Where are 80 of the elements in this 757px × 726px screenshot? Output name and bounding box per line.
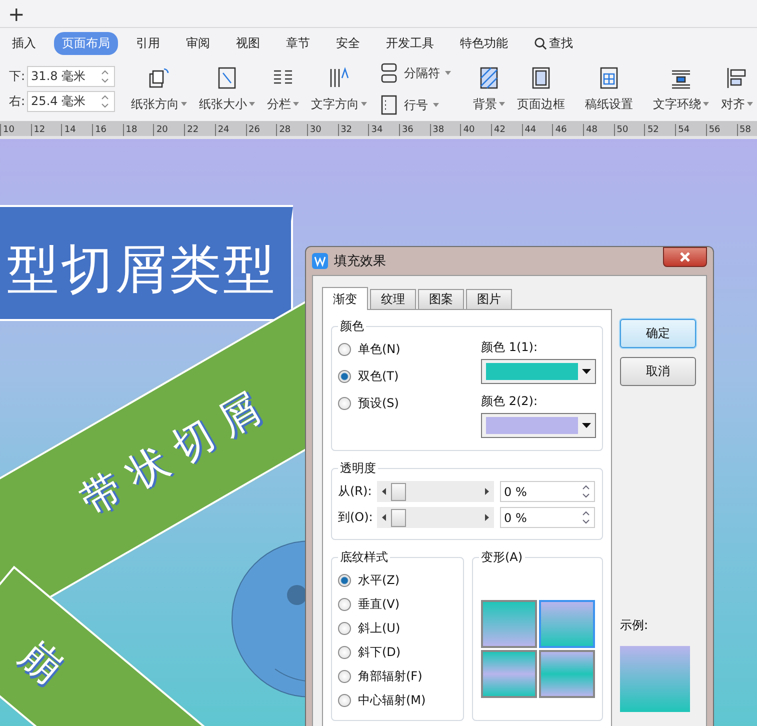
- ribbon-button[interactable]: 纸张大小: [193, 66, 262, 112]
- menu-tab[interactable]: 查找: [526, 32, 581, 54]
- menu-tab[interactable]: 审阅: [178, 32, 218, 54]
- ruler-number: 24: [214, 124, 246, 136]
- ruler-number: 28: [276, 124, 307, 136]
- dialog-button[interactable]: 取消: [620, 357, 696, 386]
- ruler-number: 42: [491, 124, 522, 136]
- ribbon-button[interactable]: 文字方向: [305, 66, 374, 112]
- radio-label: 斜下(D): [358, 644, 401, 661]
- ruler-number: 48: [583, 124, 614, 136]
- ruler-number: 50: [614, 124, 644, 136]
- banner-title: 型切屑类型: [7, 239, 277, 302]
- radio-label: 垂直(V): [358, 596, 400, 613]
- radio-label: 中心辐射(M): [358, 692, 426, 709]
- ruler-number: 14: [61, 124, 92, 136]
- group-title: 底纹样式: [339, 549, 389, 566]
- margin-label: 右:: [9, 93, 26, 110]
- ribbon-button[interactable]: 页面边框: [511, 66, 572, 112]
- radio-label: 单色(N): [358, 341, 400, 358]
- group-title: 颜色: [339, 318, 365, 335]
- slider-label: 从(R):: [338, 483, 371, 500]
- ruler-number: 58: [736, 124, 757, 136]
- dialog-title: 填充效果: [334, 253, 387, 270]
- dialog-tab[interactable]: 图片: [466, 289, 512, 310]
- ruler-number: 52: [644, 124, 676, 136]
- menu-tab[interactable]: 特色功能: [452, 32, 516, 54]
- radio-label: 水平(Z): [358, 572, 400, 589]
- ribbon-button[interactable]: 行号: [373, 91, 456, 119]
- band-text: 带 状 切 屑: [72, 384, 269, 526]
- dialog-button[interactable]: 确定: [620, 319, 696, 348]
- ruler-number: 18: [122, 124, 154, 136]
- ruler-number: 54: [675, 124, 706, 136]
- percent-field[interactable]: 0 %: [500, 481, 595, 502]
- ribbon-button[interactable]: 背景: [467, 66, 512, 112]
- ruler-number: 36: [398, 124, 430, 136]
- ruler-number: 30: [306, 124, 338, 136]
- menu-tab[interactable]: 插入: [4, 32, 44, 54]
- ribbon-button[interactable]: 文字环绕: [647, 66, 716, 112]
- ribbon-button[interactable]: 分栏: [261, 66, 306, 112]
- margin-field[interactable]: 25.4 毫米: [27, 91, 116, 112]
- margin-label: 下:: [9, 68, 26, 85]
- dialog-tab[interactable]: 纹理: [370, 289, 416, 310]
- ruler-number: 56: [706, 124, 736, 136]
- radio-label: 双色(T): [358, 368, 399, 385]
- ruler-number: 20: [153, 124, 184, 136]
- menu-tab[interactable]: 章节: [278, 32, 318, 54]
- percent-field[interactable]: 0 %: [500, 507, 595, 528]
- ruler-number: 46: [552, 124, 584, 136]
- ruler-number: 16: [92, 124, 123, 136]
- ruler-number: 32: [338, 124, 368, 136]
- group-title: 变形(A): [480, 549, 524, 566]
- new-tab-button[interactable]: +: [8, 4, 25, 24]
- sample-label: 示例:: [620, 617, 650, 634]
- menu-tab[interactable]: 视图: [228, 32, 268, 54]
- group-title: 透明度: [339, 460, 377, 477]
- ruler-number: 34: [368, 124, 399, 136]
- ruler-number: 44: [522, 124, 552, 136]
- ribbon-button[interactable]: 分隔符: [373, 59, 456, 87]
- menu-tab[interactable]: 引用: [128, 32, 168, 54]
- ruler-number: 10: [0, 124, 31, 136]
- ruler-number: 40: [460, 124, 491, 136]
- ruler-number: 38: [430, 124, 460, 136]
- ribbon-button[interactable]: 对齐: [715, 66, 757, 112]
- dialog-tab[interactable]: 渐变: [322, 287, 368, 310]
- color-label: 颜色 1(1):: [481, 339, 538, 356]
- radio-label: 斜上(U): [358, 620, 400, 637]
- band-text: 崩: [10, 630, 72, 694]
- color-label: 颜色 2(2):: [481, 393, 538, 410]
- menu-tab[interactable]: 安全: [328, 32, 368, 54]
- ruler-number: 26: [246, 124, 276, 136]
- ruler-number: 12: [30, 124, 62, 136]
- ruler-number: 22: [184, 124, 215, 136]
- radio-label: 预设(S): [358, 395, 399, 412]
- dialog-tab[interactable]: 图案: [418, 289, 464, 310]
- ribbon-button[interactable]: 稿纸设置: [579, 66, 640, 112]
- margin-field[interactable]: 31.8 毫米: [27, 66, 116, 87]
- slider-label: 到(O):: [338, 509, 371, 526]
- menu-tab[interactable]: 开发工具: [378, 32, 442, 54]
- ribbon-button[interactable]: 纸张方向: [125, 66, 194, 112]
- radio-label: 角部辐射(F): [358, 668, 422, 685]
